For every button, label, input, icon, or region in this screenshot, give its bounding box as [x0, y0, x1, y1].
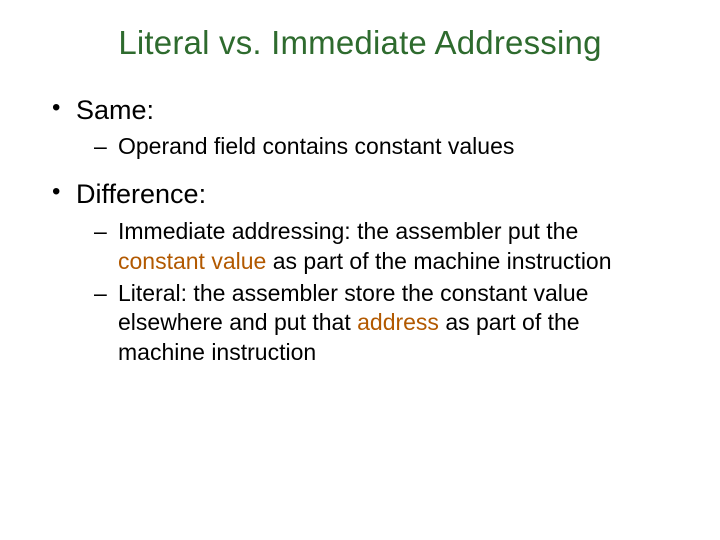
- bullet-label: Same:: [76, 95, 154, 125]
- bullet-item: Same: Operand field contains constant va…: [50, 92, 670, 162]
- sub-item: Literal: the assembler store the constan…: [94, 279, 670, 369]
- slide-title: Literal vs. Immediate Addressing: [50, 24, 670, 62]
- sub-list: Operand field contains constant values: [94, 132, 670, 162]
- sub-text-pre: Immediate addressing: the assembler put …: [118, 218, 578, 244]
- accent-text: address: [357, 309, 439, 335]
- accent-text: constant value: [118, 248, 266, 274]
- bullet-item: Difference: Immediate addressing: the as…: [50, 176, 670, 368]
- sub-item: Operand field contains constant values: [94, 132, 670, 162]
- bullet-list: Same: Operand field contains constant va…: [50, 92, 670, 368]
- bullet-label: Difference:: [76, 179, 206, 209]
- sub-text-post: as part of the machine instruction: [266, 248, 611, 274]
- slide: Literal vs. Immediate Addressing Same: O…: [0, 0, 720, 540]
- sub-text: Operand field contains constant values: [118, 133, 514, 159]
- sub-list: Immediate addressing: the assembler put …: [94, 217, 670, 368]
- sub-item: Immediate addressing: the assembler put …: [94, 217, 670, 277]
